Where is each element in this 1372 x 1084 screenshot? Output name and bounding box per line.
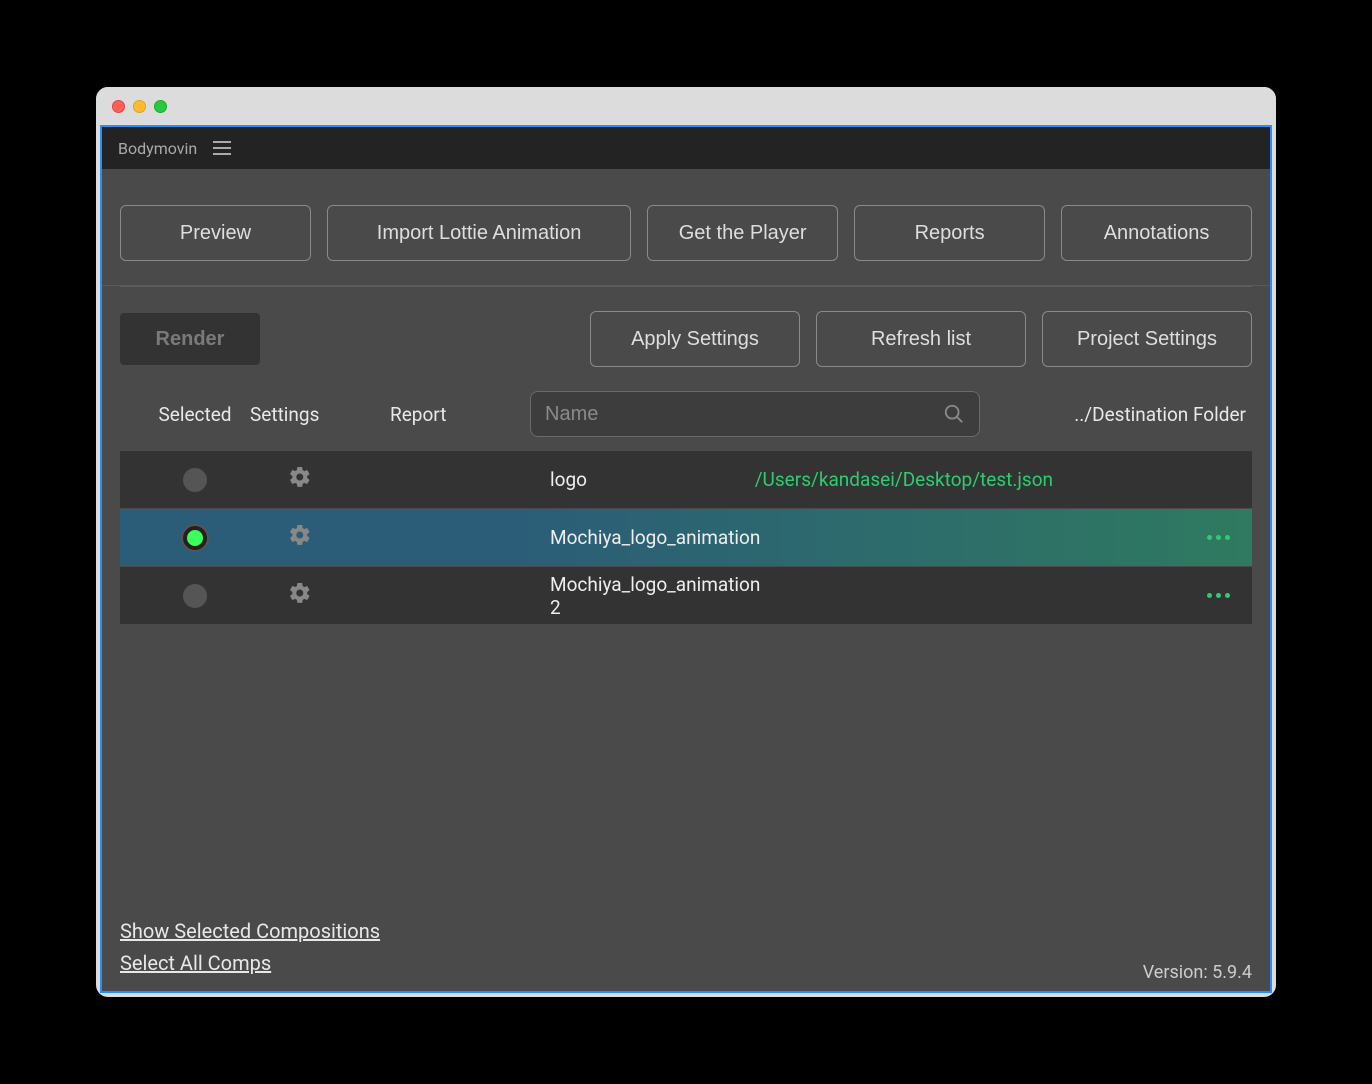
refresh-list-button[interactable]: Refresh list bbox=[816, 311, 1026, 367]
select-radio[interactable] bbox=[183, 468, 207, 492]
col-destination: ../Destination Folder bbox=[1032, 403, 1252, 426]
col-settings: Settings bbox=[250, 403, 390, 426]
window: Bodymovin Preview Import Lottie Animatio… bbox=[96, 87, 1276, 997]
preview-button[interactable]: Preview bbox=[120, 205, 311, 261]
annotations-button[interactable]: Annotations bbox=[1061, 205, 1252, 261]
column-headers: Selected Settings Report ../Destination … bbox=[102, 391, 1270, 451]
col-name bbox=[530, 391, 1032, 437]
rows-container: logo /Users/kandasei/Desktop/test.json M… bbox=[102, 451, 1270, 624]
apply-settings-button[interactable]: Apply Settings bbox=[590, 311, 800, 367]
search-input-wrap[interactable] bbox=[530, 391, 980, 437]
get-player-button[interactable]: Get the Player bbox=[647, 205, 838, 261]
select-radio[interactable] bbox=[183, 526, 207, 550]
table-row[interactable]: Mochiya_logo_animation bbox=[120, 509, 1252, 566]
gear-icon[interactable] bbox=[288, 523, 312, 552]
col-selected: Selected bbox=[120, 403, 250, 426]
table-row[interactable]: Mochiya_logo_animation 2 bbox=[120, 567, 1252, 624]
toolbar: Preview Import Lottie Animation Get the … bbox=[102, 169, 1270, 286]
app-frame: Bodymovin Preview Import Lottie Animatio… bbox=[100, 125, 1272, 993]
import-button[interactable]: Import Lottie Animation bbox=[327, 205, 631, 261]
render-button[interactable]: Render bbox=[120, 313, 260, 365]
minimize-button[interactable] bbox=[133, 100, 146, 113]
maximize-button[interactable] bbox=[154, 100, 167, 113]
col-report: Report bbox=[390, 403, 530, 426]
select-all-link[interactable]: Select All Comps bbox=[120, 951, 271, 975]
select-radio[interactable] bbox=[183, 584, 207, 608]
more-icon[interactable] bbox=[1207, 535, 1230, 540]
app-header: Bodymovin bbox=[102, 127, 1270, 169]
table-row[interactable]: logo /Users/kandasei/Desktop/test.json bbox=[120, 451, 1252, 508]
project-settings-button[interactable]: Project Settings bbox=[1042, 311, 1252, 367]
more-icon[interactable] bbox=[1207, 593, 1230, 598]
show-selected-link[interactable]: Show Selected Compositions bbox=[120, 919, 380, 943]
destination-path: /Users/kandasei/Desktop/test.json bbox=[755, 468, 1053, 491]
version-label: Version: 5.9.4 bbox=[1143, 962, 1252, 983]
comp-name: logo bbox=[550, 468, 750, 491]
close-button[interactable] bbox=[112, 100, 125, 113]
comp-name: Mochiya_logo_animation bbox=[550, 526, 750, 549]
comp-name: Mochiya_logo_animation 2 bbox=[550, 573, 750, 619]
titlebar bbox=[96, 87, 1276, 125]
actionbar: Render Apply Settings Refresh list Proje… bbox=[102, 311, 1270, 391]
gear-icon[interactable] bbox=[288, 581, 312, 610]
menu-icon[interactable] bbox=[213, 141, 231, 155]
footer: Show Selected Compositions Select All Co… bbox=[120, 919, 1252, 983]
search-icon bbox=[943, 403, 965, 425]
reports-button[interactable]: Reports bbox=[854, 205, 1045, 261]
gear-icon[interactable] bbox=[288, 465, 312, 494]
app-title: Bodymovin bbox=[118, 139, 197, 158]
divider bbox=[120, 286, 1252, 287]
search-input[interactable] bbox=[545, 403, 943, 426]
